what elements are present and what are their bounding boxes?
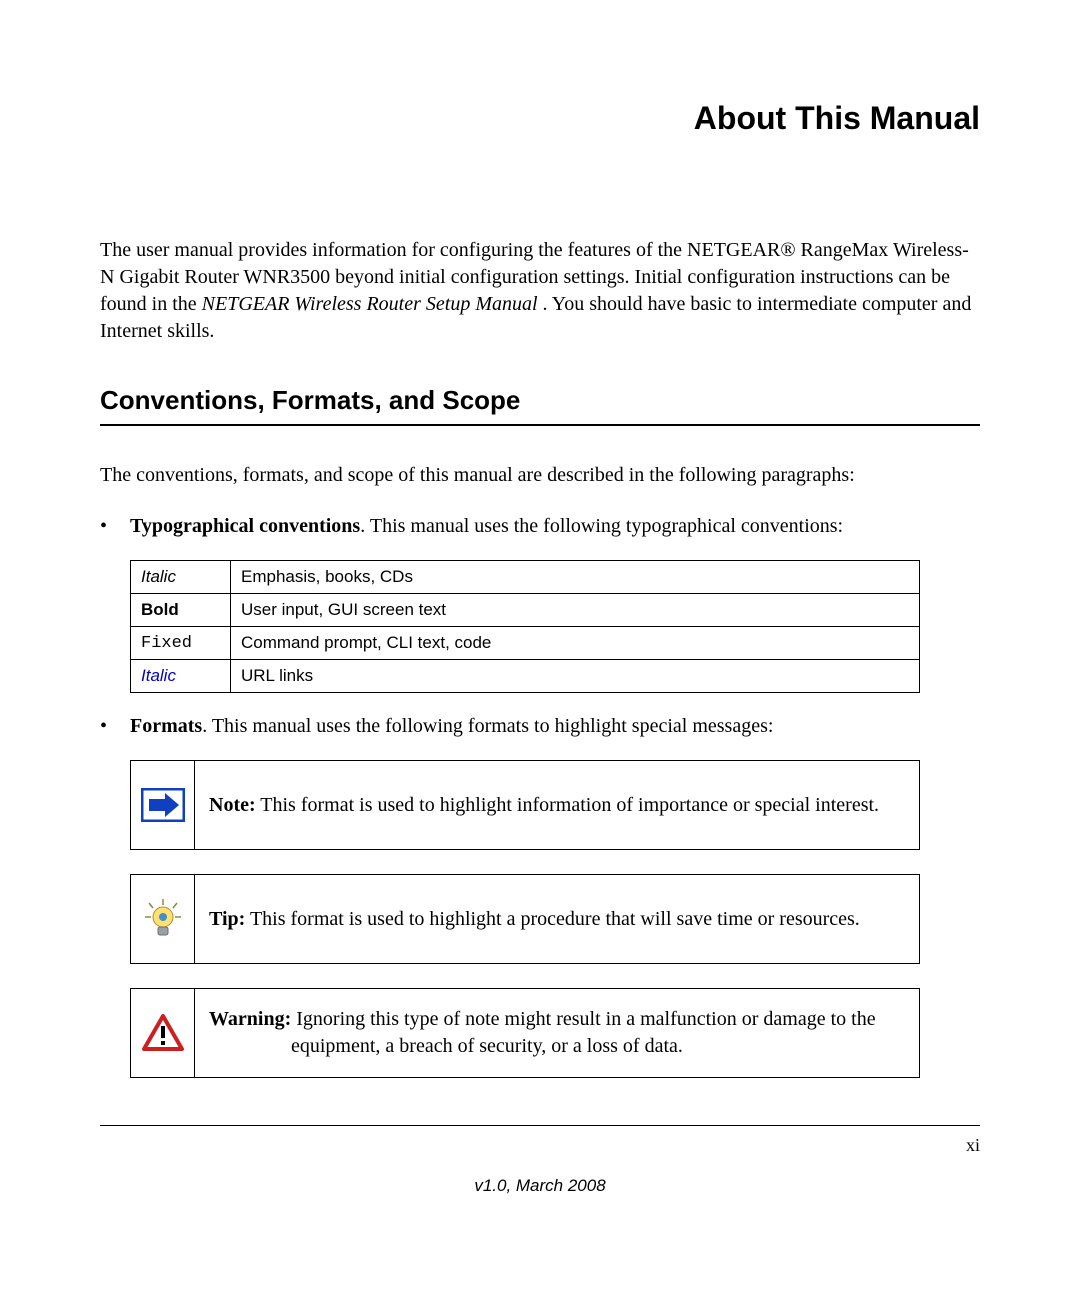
callout-note-label: Note:	[209, 794, 256, 816]
table-row: ItalicURL links	[131, 660, 920, 693]
bullet-formats-label: Formats	[130, 715, 202, 737]
bullet-formats: • Formats. This manual uses the followin…	[100, 713, 980, 740]
intro-paragraph: The user manual provides information for…	[100, 237, 980, 345]
conv-desc-cell: URL links	[231, 660, 920, 693]
conv-style-cell: Fixed	[131, 627, 231, 660]
note-arrow-icon	[141, 788, 185, 822]
callout-warning-label: Warning:	[209, 1008, 291, 1030]
callout-note-body: This format is used to highlight informa…	[256, 794, 879, 816]
bullet-dot: •	[100, 713, 130, 738]
warning-triangle-icon	[141, 1013, 185, 1053]
bullet-typographical-body: . This manual uses the following typogra…	[360, 515, 843, 537]
note-icon-cell	[131, 761, 195, 849]
tip-icon-cell	[131, 875, 195, 963]
callout-warning-line1: Ignoring this type of note might result …	[291, 1008, 875, 1030]
callout-warning-line2: equipment, a breach of security, or a lo…	[209, 1033, 876, 1060]
warning-icon-cell	[131, 989, 195, 1077]
section-heading-conventions: Conventions, Formats, and Scope	[100, 385, 980, 426]
conv-style-cell: Italic	[131, 561, 231, 594]
callout-warning: Warning: Ignoring this type of note migh…	[130, 988, 920, 1078]
callout-tip-body: This format is used to highlight a proce…	[245, 908, 859, 930]
section-intro: The conventions, formats, and scope of t…	[100, 462, 980, 489]
callout-note-text: Note: This format is used to highlight i…	[195, 761, 919, 849]
table-row: FixedCommand prompt, CLI text, code	[131, 627, 920, 660]
callout-tip-text: Tip: This format is used to highlight a …	[195, 875, 919, 963]
bullet-dot: •	[100, 513, 130, 538]
bullet-typographical-label: Typographical conventions	[130, 515, 360, 537]
conv-style-cell: Bold	[131, 594, 231, 627]
conv-desc-cell: Emphasis, books, CDs	[231, 561, 920, 594]
bullet-formats-text: Formats. This manual uses the following …	[130, 713, 980, 740]
footer-rule	[100, 1125, 980, 1126]
bullet-typographical-text: Typographical conventions. This manual u…	[130, 513, 980, 540]
callout-note: Note: This format is used to highlight i…	[130, 760, 920, 850]
bullet-formats-body: . This manual uses the following formats…	[202, 715, 773, 737]
page-title: About This Manual	[100, 100, 980, 137]
callout-warning-text: Warning: Ignoring this type of note migh…	[195, 989, 919, 1077]
conventions-table: ItalicEmphasis, books, CDsBoldUser input…	[130, 560, 920, 693]
tip-lightbulb-icon	[141, 897, 185, 941]
conv-desc-cell: User input, GUI screen text	[231, 594, 920, 627]
conv-desc-cell: Command prompt, CLI text, code	[231, 627, 920, 660]
table-row: ItalicEmphasis, books, CDs	[131, 561, 920, 594]
callout-tip: Tip: This format is used to highlight a …	[130, 874, 920, 964]
bullet-typographical: • Typographical conventions. This manual…	[100, 513, 980, 540]
table-row: BoldUser input, GUI screen text	[131, 594, 920, 627]
version-line: v1.0, March 2008	[0, 1176, 1080, 1196]
callout-tip-label: Tip:	[209, 908, 245, 930]
page-number: xi	[966, 1135, 980, 1156]
conv-style-cell: Italic	[131, 660, 231, 693]
intro-text-ital: NETGEAR Wireless Router Setup Manual	[202, 293, 538, 315]
